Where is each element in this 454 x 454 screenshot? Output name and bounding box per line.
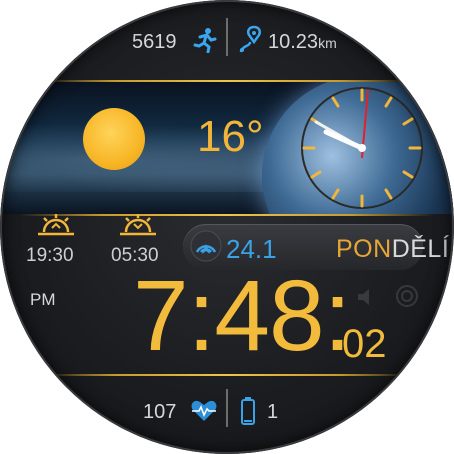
gold-rim-bottom [40, 374, 414, 376]
sun-icon [83, 108, 145, 170]
watch-face: 5619 10.23km 16° 19:30 05:30 24.1 PONDĚL… [0, 0, 454, 454]
am-pm-indicator: PM [30, 290, 56, 309]
weekday: PONDĚLÍ [336, 235, 449, 264]
temperature: 16° [197, 112, 264, 161]
top-status-bar: 5619 10.23km [0, 0, 454, 78]
steps-count: 5619 [132, 31, 177, 53]
gold-rim-middle [20, 214, 434, 216]
digital-time: 7:48: [133, 260, 351, 372]
bottom-divider [226, 389, 228, 427]
minute-hand [323, 129, 365, 151]
sunrise-icon [36, 212, 76, 238]
dim-signal-icon [395, 284, 419, 308]
heart-rate-value: 107 [143, 401, 177, 423]
distance-readout: 10.23km [268, 31, 337, 54]
battery-value: 1 [267, 401, 279, 423]
signal-arc-icon [190, 230, 222, 262]
distance-value: 10.23 [268, 31, 319, 53]
battery-icon [240, 396, 256, 426]
dim-sound-icon [355, 286, 377, 308]
analog-clock [296, 82, 428, 214]
sunset-icon [118, 212, 158, 238]
route-pin-icon [238, 25, 264, 53]
top-divider [226, 18, 228, 56]
digital-seconds: 02 [342, 322, 387, 366]
sunrise-time: 19:30 [26, 245, 74, 266]
running-person-icon [193, 27, 217, 53]
weekday-part1: PON [336, 235, 392, 263]
weekday-part2: DĚLÍ [391, 235, 450, 263]
clock-center [358, 144, 366, 152]
heart-pulse-icon [190, 399, 218, 423]
distance-unit: km [318, 35, 337, 51]
